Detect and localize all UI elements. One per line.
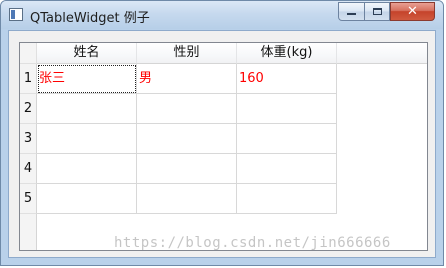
table-cell[interactable] (37, 184, 137, 214)
table-row: 张三 男 160 (37, 64, 337, 94)
table-cell[interactable]: 160 (237, 64, 337, 94)
row-header[interactable]: 4 (20, 154, 37, 184)
close-button[interactable]: ✕ (390, 2, 435, 21)
maximize-button[interactable] (364, 2, 390, 21)
table-cell[interactable] (237, 154, 337, 184)
horizontal-header: 姓名 性别 体重(kg) (37, 43, 427, 64)
table-row (37, 124, 337, 154)
column-header-weight[interactable]: 体重(kg) (237, 43, 337, 64)
table-cell[interactable] (37, 124, 137, 154)
table-grid: 张三 男 160 (37, 64, 337, 214)
main-window: QTableWidget 例子 ✕ 姓名 性别 体重(kg) 1 2 3 4 5… (0, 0, 444, 266)
close-icon: ✕ (407, 4, 418, 19)
app-window-icon (9, 8, 23, 21)
title-bar[interactable]: QTableWidget 例子 ✕ (1, 1, 443, 29)
table-cell[interactable]: 张三 (37, 64, 137, 94)
row-header[interactable]: 1 (20, 64, 37, 94)
row-header[interactable]: 5 (20, 184, 37, 214)
table-row (37, 94, 337, 124)
table-cell[interactable] (237, 184, 337, 214)
minimize-button[interactable] (338, 2, 365, 21)
header-filler (337, 43, 427, 64)
column-header-name[interactable]: 姓名 (37, 43, 137, 64)
maximize-icon (372, 7, 382, 15)
minimize-icon (347, 13, 356, 15)
table-corner-button[interactable] (20, 43, 37, 64)
table-cell[interactable] (237, 94, 337, 124)
row-header[interactable]: 2 (20, 94, 37, 124)
table-widget[interactable]: 姓名 性别 体重(kg) 1 2 3 4 5 张三 男 160 (19, 42, 428, 251)
table-row (37, 154, 337, 184)
table-cell[interactable] (37, 94, 137, 124)
table-cell[interactable] (37, 154, 137, 184)
column-header-gender[interactable]: 性别 (137, 43, 237, 64)
table-cell[interactable]: 男 (137, 64, 237, 94)
table-cell[interactable] (137, 184, 237, 214)
client-area: 姓名 性别 体重(kg) 1 2 3 4 5 张三 男 160 (8, 30, 436, 258)
table-row (37, 184, 337, 214)
vertical-header: 1 2 3 4 5 (20, 64, 37, 250)
table-cell[interactable] (237, 124, 337, 154)
vertical-header-filler (20, 214, 37, 250)
table-cell[interactable] (137, 154, 237, 184)
row-header[interactable]: 3 (20, 124, 37, 154)
table-cell[interactable] (137, 124, 237, 154)
window-title: QTableWidget 例子 (30, 11, 150, 26)
watermark-text: https://blog.csdn.net/jin666666 (114, 235, 391, 251)
table-cell[interactable] (137, 94, 237, 124)
